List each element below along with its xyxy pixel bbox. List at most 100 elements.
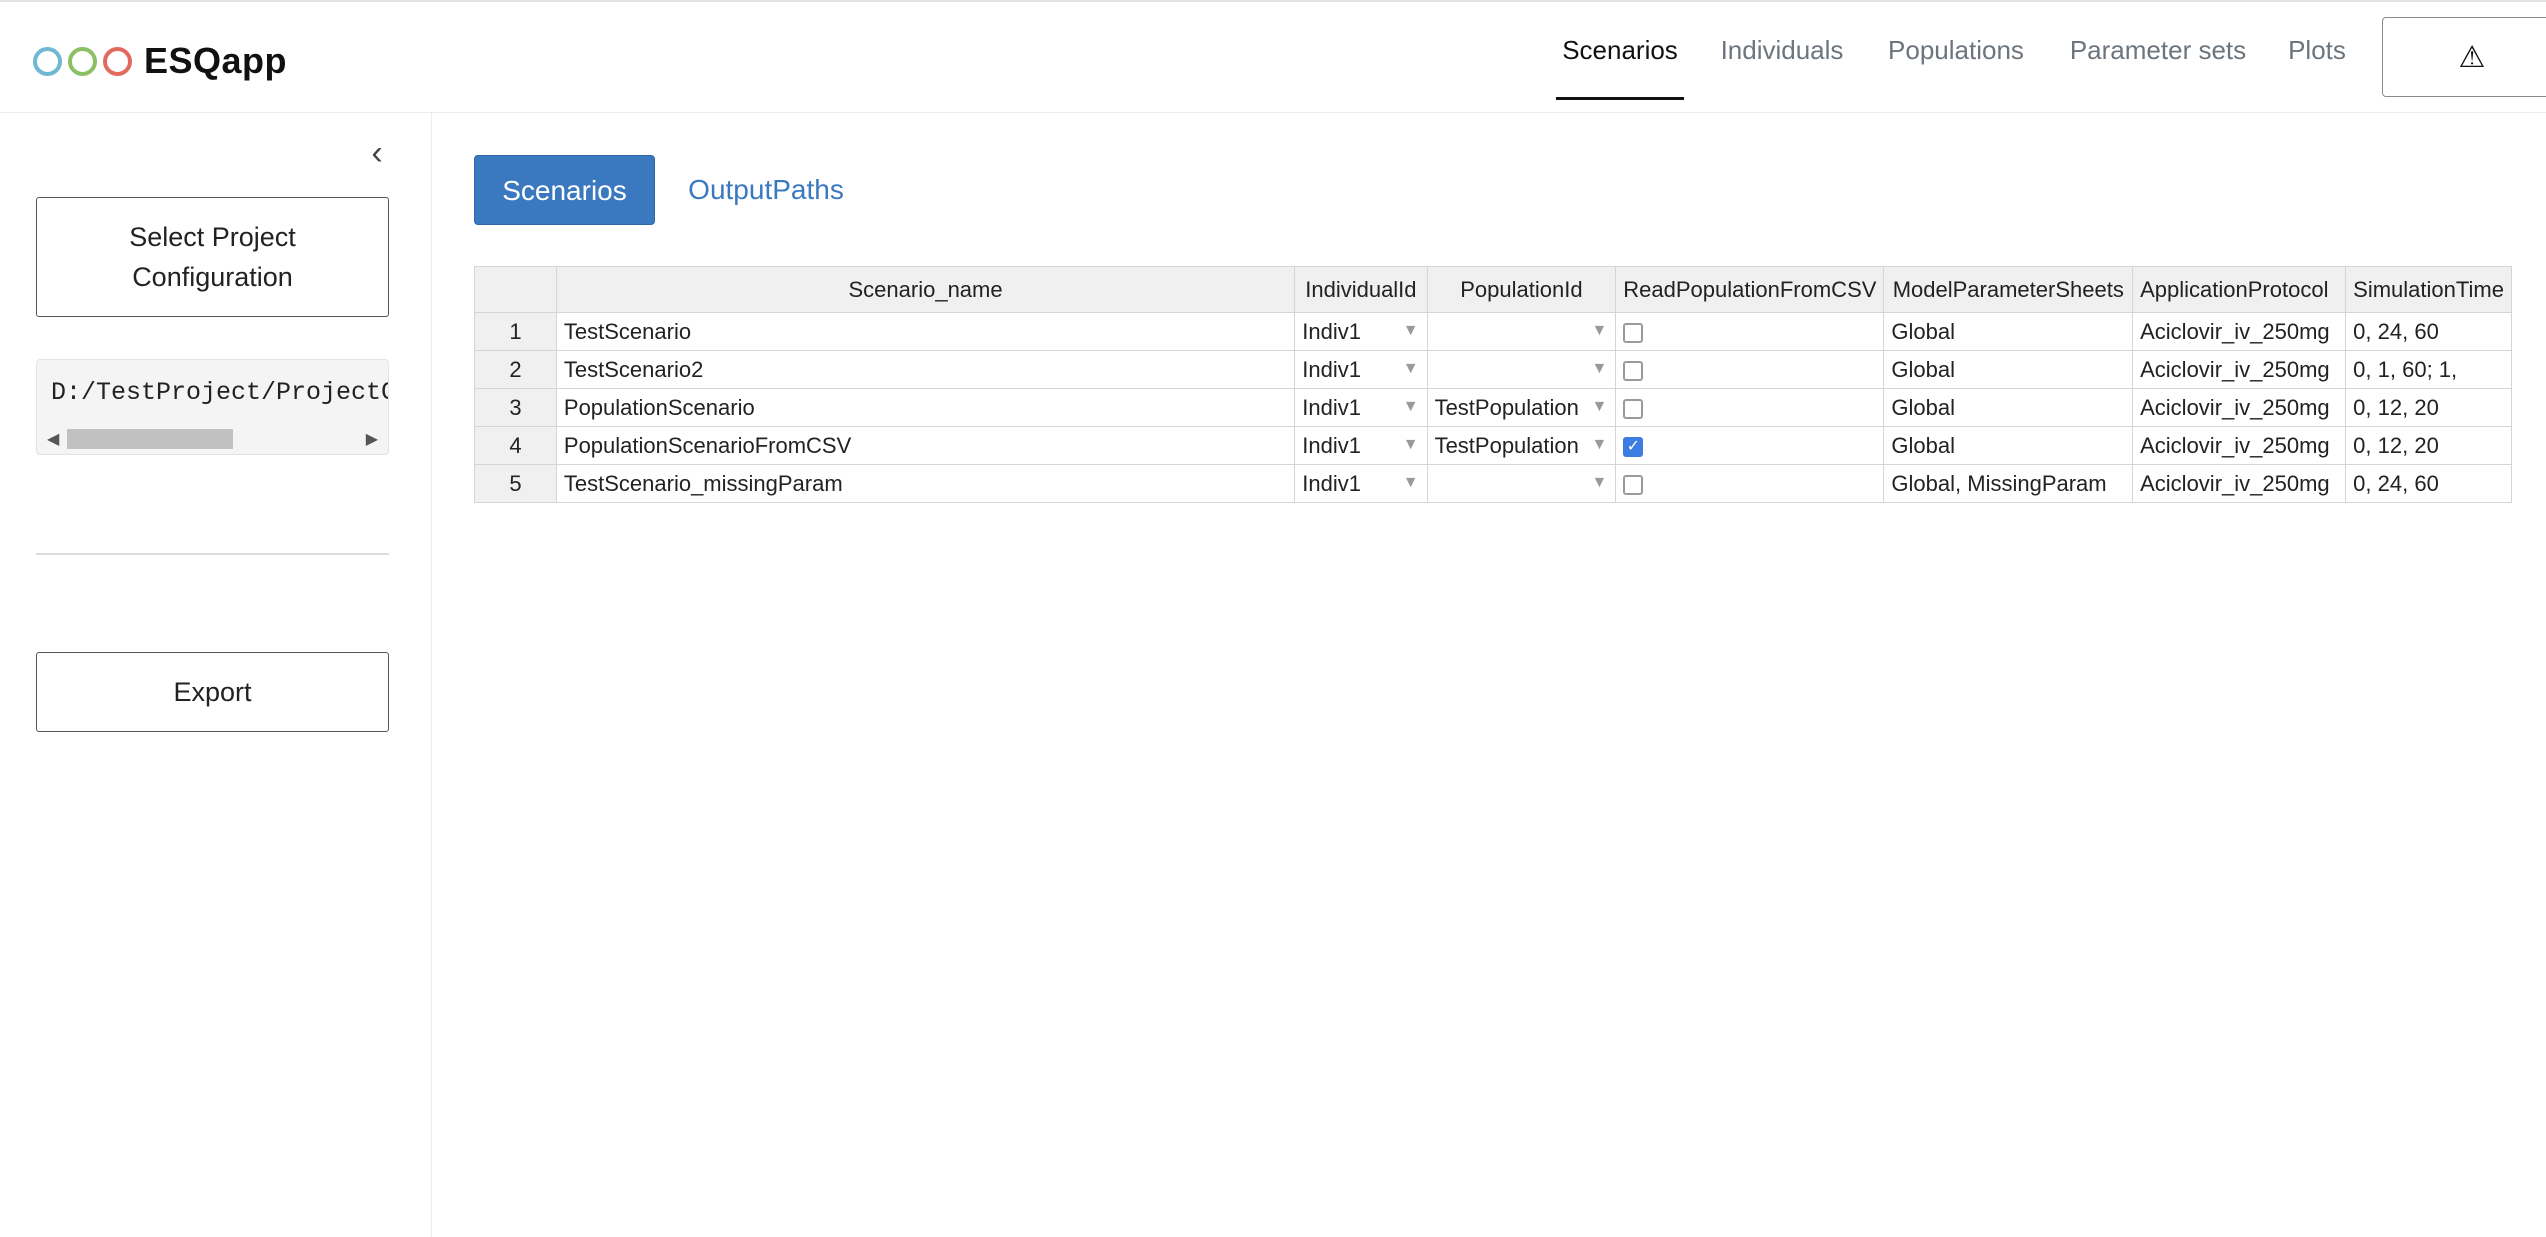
cell-simulation-time[interactable]: 0, 24, 60 — [2345, 464, 2512, 503]
cell-population-id[interactable]: ▼ — [1426, 312, 1617, 351]
logo-ring-green-icon — [68, 46, 97, 76]
dropdown-arrow-icon[interactable]: ▼ — [1403, 436, 1419, 454]
scroll-left-icon[interactable]: ◀ — [47, 429, 59, 449]
column-header-index — [474, 266, 557, 313]
cell-scenario-name[interactable]: PopulationScenario — [555, 388, 1296, 427]
row-index: 4 — [474, 426, 557, 465]
sidebar: ‹ Select Project Configuration D:/TestPr… — [0, 113, 432, 1237]
dropdown-arrow-icon[interactable]: ▼ — [1403, 474, 1419, 492]
scenarios-table: Scenario_name IndividualId PopulationId … — [474, 266, 2512, 511]
project-path-display: D:/TestProject/ProjectConfiguration.xlsx… — [36, 359, 389, 455]
cell-model-parameter-sheets[interactable]: Global — [1883, 388, 2134, 427]
dropdown-arrow-icon[interactable]: ▼ — [1591, 436, 1607, 454]
individual-id-value: Indiv1 — [1302, 356, 1361, 382]
cell-scenario-name[interactable]: PopulationScenarioFromCSV — [555, 426, 1296, 465]
cell-population-id[interactable]: TestPopulation ▼ — [1426, 388, 1617, 427]
population-id-value: TestPopulation — [1434, 432, 1579, 458]
cell-population-id[interactable]: ▼ — [1426, 464, 1617, 503]
cell-model-parameter-sheets[interactable]: Global — [1883, 350, 2134, 389]
project-path-text: D:/TestProject/ProjectConfiguration.xlsx — [51, 378, 388, 407]
column-header-model-parameter-sheets[interactable]: ModelParameterSheets — [1883, 266, 2134, 313]
dropdown-arrow-icon[interactable]: ▼ — [1591, 322, 1607, 340]
cell-simulation-time[interactable]: 0, 12, 20 — [2345, 426, 2512, 465]
individual-id-value: Indiv1 — [1302, 470, 1361, 496]
tab-output-paths[interactable]: OutputPaths — [670, 155, 862, 225]
cell-read-population-from-csv: ✓ — [1615, 426, 1885, 465]
row-index: 5 — [474, 464, 557, 503]
dropdown-arrow-icon[interactable]: ▼ — [1403, 322, 1419, 340]
app-title: ESQapp — [144, 40, 288, 81]
cell-individual-id[interactable]: Indiv1 ▼ — [1294, 388, 1428, 427]
cell-simulation-time[interactable]: 0, 1, 60; 1, — [2345, 350, 2512, 389]
cell-application-protocol[interactable]: Aciclovir_iv_250mg — [2132, 312, 2347, 351]
dropdown-arrow-icon[interactable]: ▼ — [1591, 474, 1607, 492]
navbar: ESQapp Scenarios Individuals Populations… — [0, 2, 2546, 113]
cell-individual-id[interactable]: Indiv1 ▼ — [1294, 312, 1428, 351]
row-index: 1 — [474, 312, 557, 351]
cell-application-protocol[interactable]: Aciclovir_iv_250mg — [2132, 464, 2347, 503]
cell-model-parameter-sheets[interactable]: Global, MissingParam — [1883, 464, 2134, 503]
table-row: 1 TestScenario Indiv1 ▼ ▼ Global Aciclovir_iv_… — [474, 312, 2512, 351]
cell-read-population-from-csv — [1615, 312, 1885, 351]
individual-id-value: Indiv1 — [1302, 432, 1361, 458]
warning-triangle-icon: ⚠ — [2458, 40, 2486, 74]
dropdown-arrow-icon[interactable]: ▼ — [1591, 398, 1607, 416]
warning-button[interactable]: ⚠ — [2382, 17, 2546, 97]
column-header-simulation-time[interactable]: SimulationTime — [2345, 266, 2512, 313]
nav-parameter-sets[interactable]: Parameter sets — [2062, 2, 2254, 112]
cell-model-parameter-sheets[interactable]: Global — [1883, 312, 2134, 351]
scroll-thumb[interactable] — [67, 429, 233, 449]
scroll-right-icon[interactable]: ▶ — [366, 429, 378, 449]
row-index: 3 — [474, 388, 557, 427]
row-index: 2 — [474, 350, 557, 389]
column-header-read-population-from-csv[interactable]: ReadPopulationFromCSV — [1615, 266, 1885, 313]
select-project-configuration-button[interactable]: Select Project Configuration — [36, 197, 389, 317]
nav-plots[interactable]: Plots — [2284, 2, 2350, 112]
column-header-application-protocol[interactable]: ApplicationProtocol — [2132, 266, 2347, 313]
dropdown-arrow-icon[interactable]: ▼ — [1403, 360, 1419, 378]
individual-id-value: Indiv1 — [1302, 318, 1361, 344]
table-row: 4 PopulationScenarioFromCSV Indiv1 ▼ TestPop… — [474, 426, 2512, 465]
cell-individual-id[interactable]: Indiv1 ▼ — [1294, 426, 1428, 465]
export-button[interactable]: Export — [36, 652, 389, 732]
path-horizontal-scrollbar[interactable]: ◀ ▶ — [39, 426, 386, 452]
cell-scenario-name[interactable]: TestScenario — [555, 312, 1296, 351]
column-header-scenario-name[interactable]: Scenario_name — [555, 266, 1296, 313]
nav-scenarios[interactable]: Scenarios — [1556, 2, 1684, 112]
dropdown-arrow-icon[interactable]: ▼ — [1591, 360, 1607, 378]
tab-scenarios[interactable]: Scenarios — [474, 155, 655, 225]
cell-application-protocol[interactable]: Aciclovir_iv_250mg — [2132, 426, 2347, 465]
cell-individual-id[interactable]: Indiv1 ▼ — [1294, 464, 1428, 503]
column-header-individual-id[interactable]: IndividualId — [1294, 266, 1428, 313]
cell-scenario-name[interactable]: TestScenario2 — [555, 350, 1296, 389]
cell-population-id[interactable]: TestPopulation ▼ — [1426, 426, 1617, 465]
checkbox-unchecked[interactable] — [1623, 474, 1644, 495]
sidebar-divider — [36, 553, 389, 555]
cell-read-population-from-csv — [1615, 388, 1885, 427]
column-header-population-id[interactable]: PopulationId — [1426, 266, 1617, 313]
checkbox-unchecked[interactable] — [1623, 398, 1644, 419]
cell-application-protocol[interactable]: Aciclovir_iv_250mg — [2132, 350, 2347, 389]
select-project-label-line1: Select Project — [129, 222, 296, 252]
checkbox-unchecked[interactable] — [1623, 360, 1644, 381]
brand[interactable]: ESQapp — [33, 40, 287, 82]
cell-simulation-time[interactable]: 0, 12, 20 — [2345, 388, 2512, 427]
cell-read-population-from-csv — [1615, 464, 1885, 503]
chevron-left-icon[interactable]: ‹ — [360, 136, 394, 172]
population-id-value: TestPopulation — [1434, 394, 1579, 420]
table-row: 2 TestScenario2 Indiv1 ▼ ▼ Global Aciclovir_iv… — [474, 350, 2512, 389]
cell-simulation-time[interactable]: 0, 24, 60 — [2345, 312, 2512, 351]
select-project-label-line2: Configuration — [132, 262, 293, 292]
dropdown-arrow-icon[interactable]: ▼ — [1403, 398, 1419, 416]
checkbox-checked[interactable]: ✓ — [1623, 436, 1644, 457]
cell-individual-id[interactable]: Indiv1 ▼ — [1294, 350, 1428, 389]
cell-population-id[interactable]: ▼ — [1426, 350, 1617, 389]
cell-model-parameter-sheets[interactable]: Global — [1883, 426, 2134, 465]
cell-application-protocol[interactable]: Aciclovir_iv_250mg — [2132, 388, 2347, 427]
logo-ring-blue-icon — [33, 46, 62, 76]
nav-individuals[interactable]: Individuals — [1714, 2, 1850, 112]
nav-populations[interactable]: Populations — [1882, 2, 2030, 112]
cell-scenario-name[interactable]: TestScenario_missingParam — [555, 464, 1296, 503]
table-row: 3 PopulationScenario Indiv1 ▼ TestPopulation… — [474, 388, 2512, 427]
checkbox-unchecked[interactable] — [1623, 322, 1644, 343]
